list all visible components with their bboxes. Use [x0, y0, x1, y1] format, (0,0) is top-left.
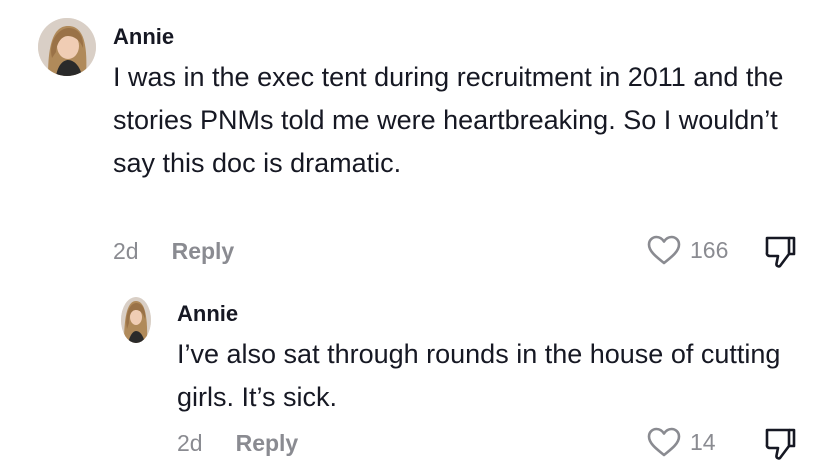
- heart-outline-icon: [647, 235, 681, 265]
- reply-button[interactable]: Reply: [172, 238, 235, 265]
- reply-text: I’ve also sat through rounds in the hous…: [177, 339, 781, 412]
- comments-panel: Annie I was in the exec tent during recr…: [0, 0, 828, 475]
- profile-photo-icon: [38, 18, 96, 76]
- dislike-button[interactable]: [762, 234, 798, 275]
- like-count: 166: [690, 236, 729, 263]
- heart-outline-icon: [647, 427, 681, 457]
- thumbs-down-icon: [765, 428, 796, 460]
- like-button[interactable]: 166: [646, 234, 728, 266]
- comment-username[interactable]: Annie: [113, 24, 174, 50]
- reply-timestamp: 2d: [177, 430, 203, 456]
- comment-timestamp: 2d: [113, 238, 139, 264]
- dislike-button[interactable]: [762, 426, 798, 467]
- reply-button[interactable]: Reply: [236, 430, 299, 457]
- reply-username[interactable]: Annie: [177, 301, 238, 327]
- like-count: 14: [690, 428, 716, 455]
- comment-text: I was in the exec tent during recruitmen…: [113, 62, 784, 178]
- thumbs-down-icon: [765, 236, 796, 268]
- user-avatar[interactable]: [121, 297, 151, 343]
- comment-meta: 2d Reply: [113, 238, 234, 265]
- profile-photo-icon: [121, 297, 151, 343]
- like-button[interactable]: 14: [646, 426, 716, 458]
- reply-meta: 2d Reply: [177, 430, 298, 457]
- user-avatar[interactable]: [38, 18, 96, 76]
